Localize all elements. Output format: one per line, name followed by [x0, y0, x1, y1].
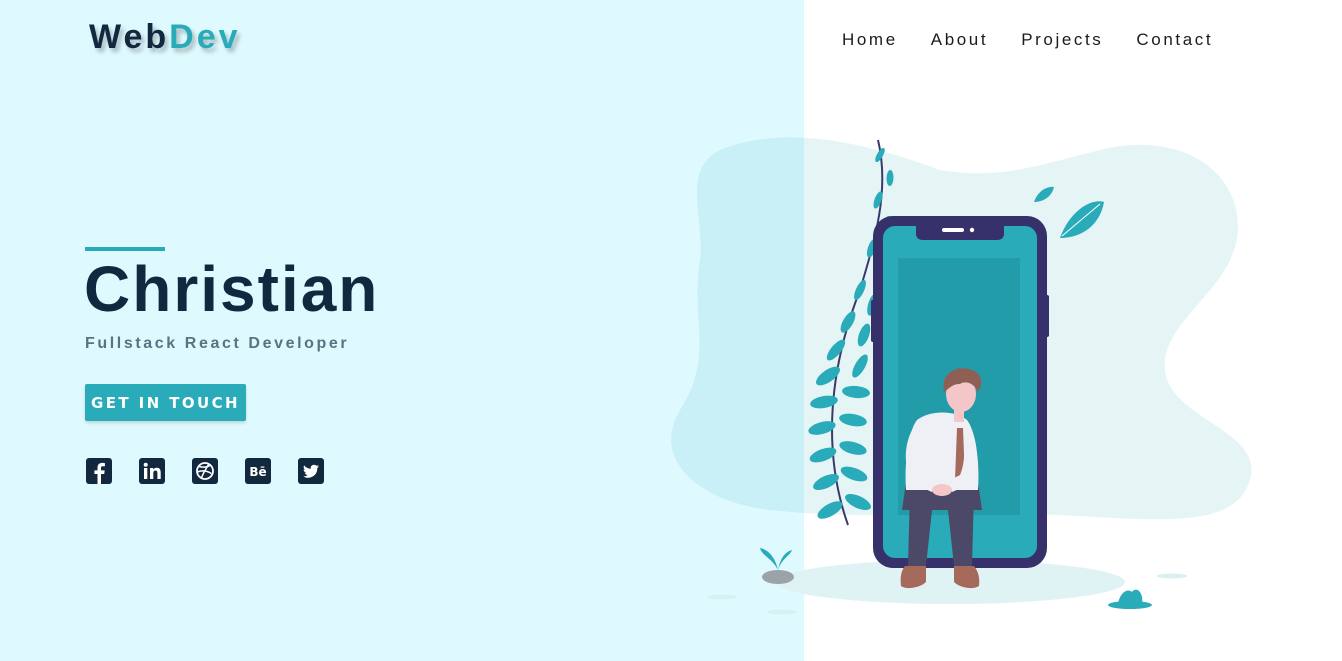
- logo[interactable]: WebDev: [89, 18, 241, 57]
- nav-projects-link[interactable]: Projects: [1021, 30, 1103, 50]
- get-in-touch-button[interactable]: GET IN TOUCH: [85, 384, 246, 421]
- social-links: Bē: [86, 458, 324, 484]
- logo-part-web: Web: [89, 18, 170, 56]
- nav-contact-link[interactable]: Contact: [1136, 30, 1213, 50]
- logo-part-dev: Dev: [169, 18, 241, 56]
- svg-text:Bē: Bē: [249, 465, 266, 479]
- behance-icon[interactable]: Bē: [245, 458, 271, 484]
- linkedin-icon[interactable]: [139, 458, 165, 484]
- developer-phone-illustration: [671, 137, 1252, 615]
- main-nav: Home About Projects Contact: [842, 30, 1213, 50]
- nav-home-link[interactable]: Home: [842, 30, 898, 50]
- facebook-icon[interactable]: [86, 458, 112, 484]
- hero-accent-line: [85, 247, 165, 251]
- hero-name: Christian: [84, 253, 380, 325]
- dribbble-icon[interactable]: [192, 458, 218, 484]
- nav-about-link[interactable]: About: [931, 30, 988, 50]
- hero-role: Fullstack React Developer: [85, 335, 350, 352]
- twitter-icon[interactable]: [298, 458, 324, 484]
